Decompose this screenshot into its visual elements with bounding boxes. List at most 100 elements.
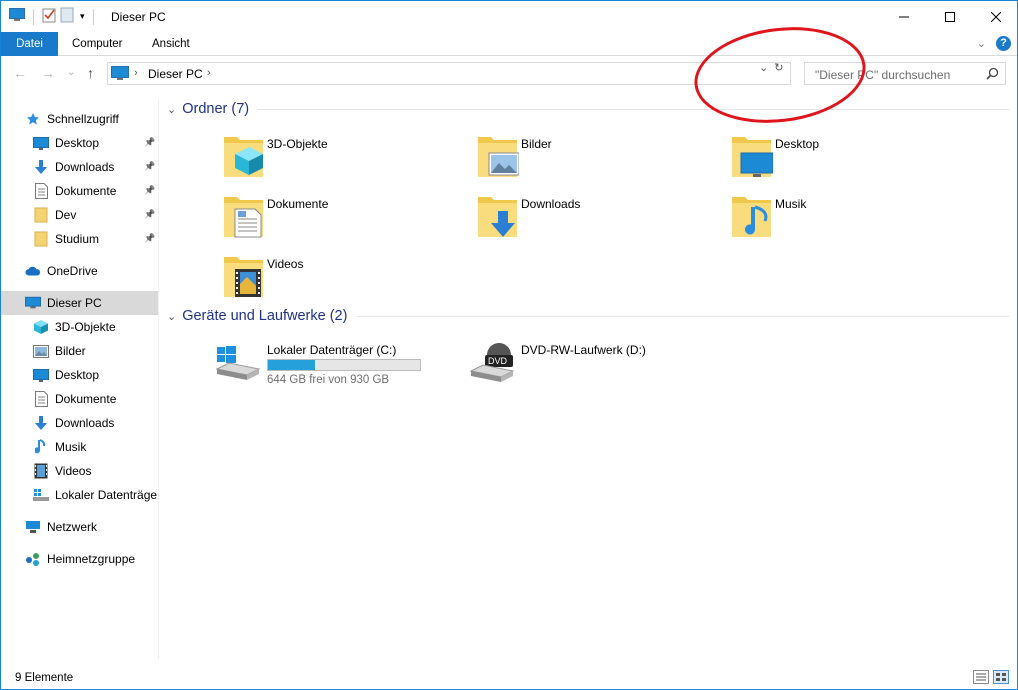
breadcrumb-chevron-icon[interactable]: › — [134, 67, 138, 79]
toolbar-separator — [92, 8, 94, 25]
folders-group-header[interactable]: ⌄ Ordner (7) — [167, 99, 249, 119]
pin-icon: 📌 — [144, 137, 156, 147]
forward-icon[interactable]: → — [41, 65, 55, 81]
folder-pictures-icon — [475, 131, 520, 179]
devices-group-header[interactable]: ⌄ Geräte und Laufwerke (2) — [167, 306, 347, 326]
sidebar-item-label: Studium — [55, 232, 100, 246]
folder-tile[interactable]: Desktop — [729, 131, 979, 183]
sidebar-item-lokaler-datenträger[interactable]: Lokaler Datenträger — [1, 483, 158, 507]
folder-tile[interactable]: Videos — [221, 251, 471, 303]
ribbon-tabs: Datei Computer Ansicht ⌄ ? — [1, 32, 1017, 56]
tab-ansicht[interactable]: Ansicht — [138, 32, 204, 56]
sidebar-item-label: Desktop — [55, 368, 100, 382]
close-button[interactable] — [973, 1, 1018, 32]
pin-icon: 📌 — [144, 185, 156, 195]
document-icon — [33, 183, 49, 199]
sidebar-item-3d-objekte[interactable]: 3D-Objekte — [1, 315, 158, 339]
drive-d-tile[interactable]: DVD DVD-RW-Laufwerk (D:) — [469, 341, 729, 393]
pin-icon: 📌 — [144, 209, 156, 219]
network-icon — [25, 519, 41, 535]
sidebar-item-label: Lokaler Datenträger — [55, 488, 158, 502]
sidebar-item-downloads[interactable]: Downloads 📌 — [1, 155, 158, 179]
sidebar-item-label: Downloads — [55, 416, 115, 430]
address-bar[interactable]: › Dieser PC › — [107, 62, 791, 85]
picture-icon — [33, 343, 49, 359]
film-icon — [33, 463, 49, 479]
explorer-window: ▾ Dieser PC Datei Computer Ansicht ⌄ ? ←… — [0, 0, 1018, 690]
sidebar-item-dokumente[interactable]: Dokumente — [1, 387, 158, 411]
desktop-icon — [33, 135, 49, 151]
address-tools: ⌄ ↻ — [759, 61, 783, 74]
sidebar-item-label: Schnellzugriff — [47, 112, 119, 126]
window-title: Dieser PC — [111, 10, 166, 24]
sidebar-item-label: Desktop — [55, 136, 100, 150]
tab-computer[interactable]: Computer — [58, 32, 137, 56]
sidebar-item-bilder[interactable]: Bilder — [1, 339, 158, 363]
folder-tile[interactable]: Bilder — [475, 131, 725, 183]
sidebar-item-dev[interactable]: Dev 📌 — [1, 203, 158, 227]
folder-tile[interactable]: Dokumente — [221, 191, 471, 243]
folder-tile[interactable]: Downloads — [475, 191, 725, 243]
drive-c-free-space: 644 GB frei von 930 GB — [267, 374, 390, 386]
toolbar-separator — [33, 8, 34, 25]
sidebar-item-desktop[interactable]: Desktop — [1, 363, 158, 387]
sidebar-item-netzwerk[interactable]: Netzwerk — [1, 515, 158, 539]
computer-icon[interactable] — [9, 8, 25, 25]
windows-drive-icon — [215, 345, 261, 384]
recent-locations-icon[interactable]: ⌄ — [67, 67, 75, 78]
sidebar-item-schnellzugriff[interactable]: Schnellzugriff — [1, 107, 158, 131]
sidebar-item-onedrive[interactable]: OneDrive — [1, 259, 158, 283]
minimize-button[interactable] — [881, 1, 927, 32]
group-divider — [357, 316, 1009, 317]
sidebar-item-heimnetzgruppe[interactable]: Heimnetzgruppe — [1, 547, 158, 571]
breadcrumb-chevron-icon[interactable]: › — [207, 67, 211, 79]
properties-icon[interactable] — [42, 7, 56, 26]
pin-icon: 📌 — [144, 233, 156, 243]
search-placeholder: "Dieser PC" durchsuchen — [815, 68, 951, 82]
content-pane: ⌄ Ordner (7) 3D-Objekte Bilder Desktop Doku… — [161, 91, 1017, 661]
address-dropdown-icon[interactable]: ⌄ — [759, 61, 768, 74]
sidebar-item-dieser-pc[interactable]: Dieser PC — [1, 291, 158, 315]
breadcrumb-dieser-pc[interactable]: Dieser PC — [148, 67, 203, 81]
large-icons-view-icon[interactable] — [993, 670, 1009, 687]
folder-label: Musik — [775, 197, 807, 211]
cube-icon — [33, 319, 49, 335]
sidebar-item-studium[interactable]: Studium 📌 — [1, 227, 158, 251]
sidebar-item-downloads[interactable]: Downloads — [1, 411, 158, 435]
folder-label: Desktop — [775, 137, 820, 151]
drive-c-label: Lokaler Datenträger (C:) — [267, 343, 397, 357]
refresh-icon[interactable]: ↻ — [774, 61, 783, 74]
tab-datei[interactable]: Datei — [1, 32, 58, 56]
sidebar-item-desktop[interactable]: Desktop 📌 — [1, 131, 158, 155]
collapse-chevron-icon[interactable]: ⌄ — [167, 103, 176, 116]
sidebar-item-videos[interactable]: Videos — [1, 459, 158, 483]
search-icon[interactable] — [986, 67, 999, 83]
collapse-chevron-icon[interactable]: ⌄ — [167, 310, 176, 323]
folder-tile[interactable]: Musik — [729, 191, 979, 243]
sidebar-item-dokumente[interactable]: Dokumente 📌 — [1, 179, 158, 203]
music-note-icon — [33, 439, 49, 455]
item-count: 9 Elemente — [15, 672, 74, 684]
sidebar-item-label: Netzwerk — [47, 520, 98, 534]
folder-downloads-icon — [475, 191, 519, 239]
folder-icon — [33, 231, 49, 247]
folder-music-icon — [729, 191, 773, 239]
back-icon[interactable]: ← — [13, 65, 27, 81]
sidebar-item-musik[interactable]: Musik — [1, 435, 158, 459]
folder-tile[interactable]: 3D-Objekte — [221, 131, 471, 183]
sidebar-item-label: 3D-Objekte — [55, 320, 116, 334]
expand-ribbon-icon[interactable]: ⌄ — [977, 37, 986, 50]
folder-desktop-icon — [729, 131, 774, 179]
help-icon[interactable]: ? — [996, 36, 1011, 51]
drive-c-tile[interactable]: Lokaler Datenträger (C:) 644 GB frei von… — [215, 341, 475, 393]
computer-icon — [111, 66, 129, 84]
details-view-icon[interactable] — [973, 670, 989, 687]
search-box[interactable]: "Dieser PC" durchsuchen — [804, 62, 1006, 85]
maximize-button[interactable] — [927, 1, 973, 32]
dvd-drive-icon: DVD — [469, 341, 515, 386]
up-icon[interactable]: ↑ — [87, 65, 94, 81]
new-folder-icon[interactable] — [60, 7, 74, 26]
drive-c-usage-fill — [268, 360, 316, 370]
customize-toolbar-icon[interactable]: ▾ — [80, 11, 85, 22]
folder-documents-icon — [221, 191, 265, 239]
